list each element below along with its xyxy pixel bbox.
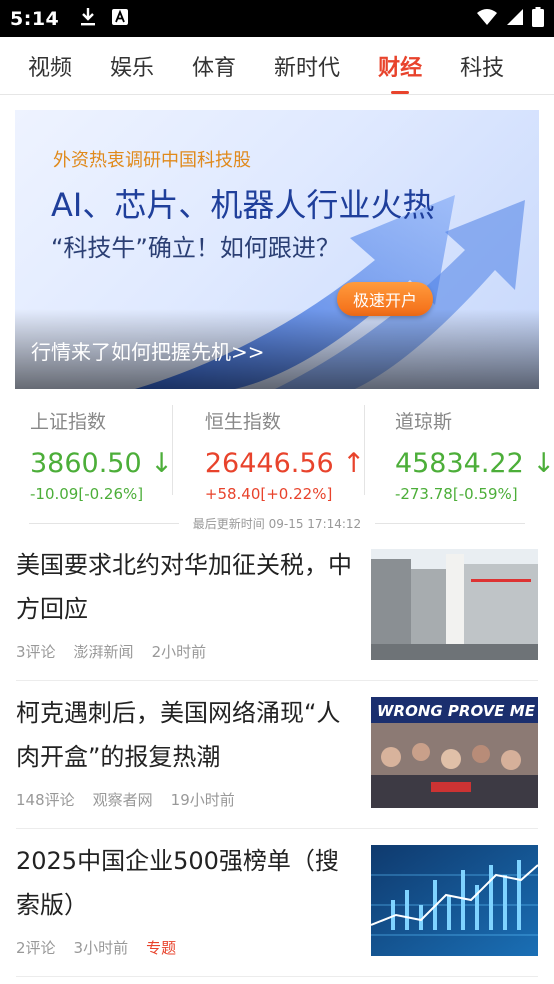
tab-finance[interactable]: 财经 bbox=[378, 50, 422, 94]
tab-entertainment[interactable]: 娱乐 bbox=[110, 50, 154, 82]
down-arrow-icon: ↓ bbox=[150, 448, 173, 479]
tab-technology[interactable]: 科技 bbox=[460, 50, 504, 82]
news-source: 观察者网 bbox=[92, 791, 153, 809]
tab-sports[interactable]: 体育 bbox=[192, 50, 236, 82]
index-change: -10.09[-0.26%] bbox=[30, 485, 144, 503]
divider bbox=[375, 522, 526, 524]
market-indices: 上证指数 3860.50 ↓ -10.09[-0.26%] 恒生指数 26446… bbox=[0, 395, 554, 505]
download-icon bbox=[79, 7, 97, 31]
index-name: 道琼斯 bbox=[394, 411, 452, 433]
category-tabs: 视频 娱乐 体育 新时代 财经 科技 bbox=[0, 37, 554, 95]
special-topic-tag[interactable]: 专题 bbox=[146, 937, 176, 958]
news-meta: 148评论 观察者网 19小时前 bbox=[16, 789, 235, 810]
banner-lettering: WRONG PROVE ME bbox=[377, 702, 536, 720]
news-title: 美国要求北约对华加征关税，中方回应 bbox=[16, 551, 352, 623]
news-thumbnail-crowd: WRONG PROVE ME bbox=[371, 697, 538, 808]
news-thumbnail-ministry bbox=[371, 549, 538, 660]
news-list: 美国要求北约对华加征关税，中方回应 3评论 澎湃新闻 2小时前 柯克遇刺后，美国… bbox=[0, 533, 554, 977]
divider bbox=[28, 522, 179, 524]
banner-subtitle: 外资热衷调研中国科技股 bbox=[53, 150, 251, 171]
news-item[interactable]: 2025中国企业500强榜单（搜索版） 2评论 3小时前 专题 bbox=[16, 829, 538, 977]
signal-icon bbox=[506, 8, 524, 30]
status-bar: 5:14 bbox=[0, 0, 554, 37]
news-source: 澎湃新闻 bbox=[73, 643, 134, 661]
banner-title-2: “科技牛”确立！如何跟进？ bbox=[51, 234, 340, 262]
comment-count: 148评论 bbox=[16, 791, 75, 809]
last-updated: 最后更新时间 09-15 17:14:12 bbox=[0, 513, 554, 533]
status-time: 5:14 bbox=[10, 7, 60, 30]
up-arrow-icon: ↑ bbox=[342, 448, 365, 479]
index-value: 3860.50 ↓ bbox=[30, 448, 173, 479]
last-updated-text: 最后更新时间 09-15 17:14:12 bbox=[192, 516, 362, 531]
banner-caption: 行情来了如何把握先机>> bbox=[31, 340, 265, 364]
news-time: 19小时前 bbox=[170, 791, 235, 809]
news-item[interactable]: 美国要求北约对华加征关税，中方回应 3评论 澎湃新闻 2小时前 bbox=[16, 533, 538, 681]
news-meta: 3评论 澎湃新闻 2小时前 bbox=[16, 641, 206, 662]
comment-count: 3评论 bbox=[16, 643, 56, 661]
index-change: +58.40[+0.22%] bbox=[204, 485, 333, 503]
index-dow-jones[interactable]: 道琼斯 45834.22 ↓ -273.78[-0.59%] bbox=[365, 395, 554, 505]
ad-banner[interactable]: 外资热衷调研中国科技股 AI、芯片、机器人行业火热 “科技牛”确立！如何跟进？ … bbox=[15, 110, 539, 389]
index-shanghai[interactable]: 上证指数 3860.50 ↓ -10.09[-0.26%] bbox=[0, 395, 173, 505]
index-name: 上证指数 bbox=[30, 411, 107, 433]
news-item[interactable]: 柯克遇刺后，美国网络涌现“人肉开盒”的报复热潮 148评论 观察者网 19小时前… bbox=[16, 681, 538, 829]
index-value: 26446.56 ↑ bbox=[204, 448, 365, 479]
index-name: 恒生指数 bbox=[204, 411, 281, 433]
index-hang-seng[interactable]: 恒生指数 26446.56 ↑ +58.40[+0.22%] bbox=[173, 395, 365, 505]
news-meta: 2评论 3小时前 专题 bbox=[16, 937, 176, 958]
wifi-icon bbox=[476, 8, 498, 30]
news-title: 柯克遇刺后，美国网络涌现“人肉开盒”的报复热潮 bbox=[16, 699, 341, 771]
tab-video[interactable]: 视频 bbox=[28, 50, 72, 82]
battery-icon bbox=[532, 6, 544, 31]
down-arrow-icon: ↓ bbox=[532, 448, 554, 479]
news-time: 2小时前 bbox=[151, 643, 207, 661]
news-title: 2025中国企业500强榜单（搜索版） bbox=[16, 847, 339, 919]
index-change: -273.78[-0.59%] bbox=[394, 485, 518, 503]
font-a-icon bbox=[111, 8, 129, 30]
index-value: 45834.22 ↓ bbox=[394, 448, 554, 479]
news-time: 3小时前 bbox=[73, 939, 129, 957]
tab-new-era[interactable]: 新时代 bbox=[274, 50, 340, 82]
banner-title: AI、芯片、机器人行业火热 bbox=[51, 186, 435, 224]
comment-count: 2评论 bbox=[16, 939, 56, 957]
news-thumbnail-finance-chart bbox=[371, 845, 538, 956]
